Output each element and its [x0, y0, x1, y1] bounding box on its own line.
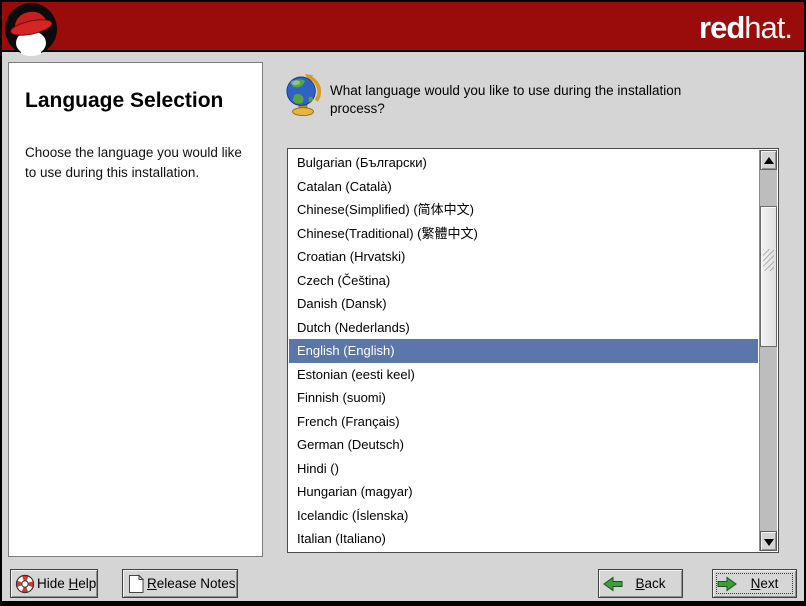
- document-icon: [127, 574, 145, 594]
- language-list-item[interactable]: Catalan (Català): [289, 175, 758, 199]
- help-panel: Language Selection Choose the language y…: [8, 62, 263, 557]
- back-label: Back: [625, 576, 676, 591]
- language-label: Hungarian (magyar): [297, 484, 413, 499]
- language-label: Danish (Dansk): [297, 296, 387, 311]
- help-text: Choose the language you would like to us…: [25, 143, 246, 183]
- language-list-item[interactable]: Czech (Čeština): [289, 269, 758, 293]
- language-list-item[interactable]: Hindi (): [289, 457, 758, 481]
- scrollbar: [759, 150, 777, 551]
- installer-window: redhat. Language Selection Choose the la…: [0, 0, 806, 606]
- lifebuoy-icon: [15, 574, 35, 594]
- language-label: Chinese(Traditional) (繁體中文): [297, 226, 478, 241]
- language-label: Hindi (): [297, 461, 339, 476]
- back-button[interactable]: Back: [598, 569, 683, 598]
- release-notes-button[interactable]: Release Notes: [122, 569, 238, 598]
- scrollbar-down-button[interactable]: [760, 531, 777, 551]
- release-notes-label: Release Notes: [147, 576, 236, 591]
- language-list-item[interactable]: Dutch (Nederlands): [289, 316, 758, 340]
- language-label: Chinese(Simplified) (简体中文): [297, 202, 474, 217]
- language-label: German (Deutsch): [297, 437, 404, 452]
- language-label: Czech (Čeština): [297, 273, 390, 288]
- language-list-item[interactable]: Italian (Italiano): [289, 527, 758, 551]
- language-list-item[interactable]: Icelandic (Íslenska): [289, 504, 758, 528]
- language-label: Catalan (Català): [297, 179, 392, 194]
- language-list: Bulgarian (Български) Catalan (Català) C…: [289, 151, 758, 551]
- language-label: Dutch (Nederlands): [297, 320, 410, 335]
- language-label: Finnish (suomi): [297, 390, 386, 405]
- scrollbar-thumb[interactable]: [760, 206, 777, 347]
- language-list-item[interactable]: Danish (Dansk): [289, 292, 758, 316]
- language-label: French (Français): [297, 414, 400, 429]
- back-arrow-icon: [603, 576, 623, 592]
- language-label: Bulgarian (Български): [297, 155, 427, 170]
- language-list-item[interactable]: French (Français): [289, 410, 758, 434]
- language-list-item[interactable]: Chinese(Traditional) (繁體中文): [289, 222, 758, 246]
- language-label: Estonian (eesti keel): [297, 367, 415, 382]
- language-list-item[interactable]: Croatian (Hrvatski): [289, 245, 758, 269]
- language-label: Icelandic (Íslenska): [297, 508, 408, 523]
- next-label: Next: [739, 576, 790, 591]
- arrow-down-icon: [764, 539, 774, 546]
- language-list-item[interactable]: Estonian (eesti keel): [289, 363, 758, 387]
- prompt-text: What language would you like to use duri…: [330, 82, 688, 118]
- main-area: Language Selection Choose the language y…: [2, 52, 804, 601]
- hide-help-button[interactable]: Hide Help: [10, 569, 98, 598]
- language-list-item[interactable]: Hungarian (magyar): [289, 480, 758, 504]
- arrow-up-icon: [764, 157, 774, 164]
- language-list-item[interactable]: Finnish (suomi): [289, 386, 758, 410]
- scrollbar-grip: [763, 249, 774, 271]
- language-label: Croatian (Hrvatski): [297, 249, 405, 264]
- redhat-wordmark: redhat.: [699, 10, 792, 46]
- next-button[interactable]: Next: [712, 569, 797, 598]
- language-list-item[interactable]: English (English): [289, 339, 758, 363]
- redhat-shadowman-logo-icon: [4, 2, 58, 56]
- language-listbox: Bulgarian (Български) Catalan (Català) C…: [287, 148, 779, 553]
- scrollbar-up-button[interactable]: [760, 150, 777, 170]
- page-title: Language Selection: [25, 89, 246, 113]
- scrollbar-track[interactable]: [760, 170, 777, 206]
- next-arrow-icon: [717, 576, 737, 592]
- globe-icon: [285, 73, 321, 122]
- hide-help-label: Hide Help: [37, 576, 96, 591]
- language-list-item[interactable]: German (Deutsch): [289, 433, 758, 457]
- language-label: Italian (Italiano): [297, 531, 386, 546]
- language-list-item[interactable]: Bulgarian (Български): [289, 151, 758, 175]
- language-list-item[interactable]: Chinese(Simplified) (简体中文): [289, 198, 758, 222]
- language-label: English (English): [297, 343, 395, 358]
- header: redhat.: [2, 2, 804, 50]
